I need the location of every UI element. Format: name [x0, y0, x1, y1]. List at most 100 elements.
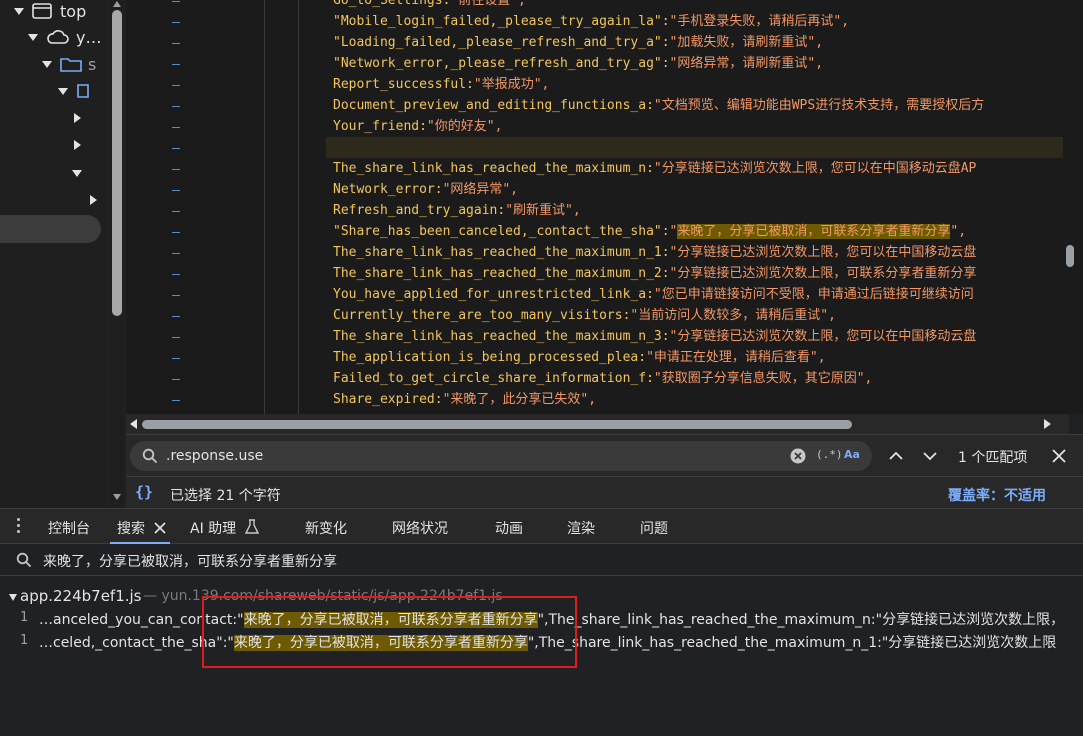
- expand-arrow-icon[interactable]: [28, 33, 38, 41]
- tab-search[interactable]: 搜索: [117, 518, 145, 538]
- tree-item-collapsed-3[interactable]: [90, 189, 97, 211]
- editor-horizontal-scrollbar[interactable]: [126, 414, 1069, 434]
- find-bar: (.*) Aa 1 个匹配项: [126, 434, 1083, 476]
- code-line[interactable]: The_share_link_has_reached_the_maximum_n…: [333, 242, 976, 263]
- code-line[interactable]: Currently_there_are_too_many_visitors:"当…: [333, 305, 836, 326]
- tree-item-expanded[interactable]: [72, 162, 82, 184]
- code-line[interactable]: Network_error:"网络异常",: [333, 179, 518, 200]
- tab-animations[interactable]: 动画: [495, 518, 523, 538]
- code-value: "文档预览、编辑功能由WPS进行技术支持，需要授权后方: [653, 98, 985, 113]
- code-line[interactable]: Your_friend:"你的好友",: [333, 116, 502, 137]
- close-icon[interactable]: [1051, 448, 1067, 464]
- expand-arrow-icon[interactable]: [58, 87, 68, 95]
- coverage-status[interactable]: 覆盖率：不适用: [948, 485, 1046, 505]
- code-line[interactable]: The_share_link_has_reached_the_maximum_n…: [333, 326, 976, 347]
- code-line[interactable]: Report_successful:"举报成功",: [333, 74, 549, 95]
- result-suffix: ",The_share_link_has_reached_the_maximum…: [527, 635, 1057, 651]
- code-value: "网络异常，请刷新重试",: [669, 56, 824, 71]
- tree-item-collapsed-2[interactable]: [74, 134, 81, 156]
- tree-selected-row[interactable]: [0, 215, 101, 243]
- gutter-line-marker: [172, 190, 180, 191]
- close-tab-icon[interactable]: [154, 522, 166, 534]
- more-options-icon[interactable]: [17, 518, 21, 534]
- expand-arrow-icon[interactable]: [74, 140, 81, 150]
- tree-item-collapsed-1[interactable]: [74, 107, 81, 129]
- code-line[interactable]: Share_expired:"来晚了，此分享已失效",: [333, 389, 596, 410]
- code-line[interactable]: The_share_link_has_reached_the_maximum_n…: [333, 158, 976, 179]
- code-value: "加载失败，请刷新重试",: [669, 35, 824, 50]
- expand-arrow-icon[interactable]: [90, 195, 97, 205]
- expand-arrow-icon[interactable]: [74, 113, 81, 123]
- code-editor[interactable]: Go_to_Settings:"前往设置", "Mobile_login_fail…: [126, 0, 1083, 414]
- expand-arrow-icon[interactable]: [72, 169, 82, 177]
- tree-item-domain[interactable]: y…: [28, 26, 101, 48]
- code-line[interactable]: "Loading_failed,_please_refresh_and_try_…: [333, 32, 823, 53]
- regex-toggle-button[interactable]: (.*): [816, 448, 843, 461]
- editor-vertical-scrollbar[interactable]: [1063, 0, 1077, 414]
- result-line-number: 1: [20, 633, 29, 648]
- scroll-left-icon[interactable]: [130, 419, 137, 429]
- tab-rendering[interactable]: 渲染: [567, 518, 595, 538]
- code-key: Network_error:: [333, 182, 443, 197]
- code-value: "来晚了，此分享已失效",: [442, 392, 597, 407]
- gutter-line-marker: [172, 127, 180, 128]
- tab-network-conditions[interactable]: 网络状况: [392, 518, 448, 538]
- tree-item-top[interactable]: top: [14, 0, 86, 22]
- editor-status-bar: {} 已选择 21 个字符 覆盖率：不适用: [126, 476, 1083, 508]
- editor-vscroll-thumb[interactable]: [1066, 245, 1074, 267]
- gutter-line-marker: [172, 274, 180, 275]
- code-line[interactable]: Refresh_and_try_again:"刷新重试",: [333, 200, 581, 221]
- gutter-line-marker: [172, 64, 180, 65]
- tree-scroll-thumb[interactable]: [112, 10, 122, 316]
- gutter-line-marker: [172, 400, 180, 401]
- tab-ai-assistant[interactable]: AI 助理: [190, 518, 236, 538]
- tree-scrollbar[interactable]: [110, 0, 124, 508]
- code-value: "你的好友",: [426, 119, 503, 134]
- tree-item-label: top: [60, 1, 87, 21]
- tab-issues[interactable]: 问题: [640, 518, 668, 538]
- code-line[interactable]: The_application_is_being_processed_plea:…: [333, 347, 826, 368]
- expand-arrow-icon[interactable]: [42, 60, 52, 68]
- code-line[interactable]: Failed_to_get_circle_share_information_f…: [333, 368, 872, 389]
- match-case-button[interactable]: Aa: [844, 448, 860, 461]
- collapse-arrow-icon[interactable]: [9, 594, 17, 601]
- expand-arrow-icon[interactable]: [14, 7, 24, 15]
- code-value: "分享链接已达浏览次数上限，您可以在中国移动云盘: [669, 329, 977, 344]
- scroll-down-icon[interactable]: [113, 494, 121, 500]
- tree-item-subfolder[interactable]: [58, 80, 90, 102]
- clear-icon[interactable]: [790, 448, 806, 464]
- tab-console[interactable]: 控制台: [48, 518, 90, 538]
- code-line[interactable]: The_share_link_has_reached_the_maximum_n…: [333, 263, 976, 284]
- code-line[interactable]: "Mobile_login_failed,_please_try_again_l…: [333, 11, 849, 32]
- find-input[interactable]: [166, 445, 766, 467]
- code-line[interactable]: "Network_error,_please_refresh_and_try_a…: [333, 53, 823, 74]
- code-line[interactable]: Go_to_Settings:"前往设置",: [333, 0, 526, 11]
- code-line[interactable]: You_have_applied_for_unrestricted_link_a…: [333, 284, 974, 305]
- tree-item-folder[interactable]: s: [42, 53, 96, 75]
- search-input[interactable]: 来晚了，分享已被取消，可联系分享者重新分享: [43, 551, 337, 571]
- scroll-right-icon[interactable]: [1044, 419, 1051, 429]
- previous-match-icon[interactable]: [888, 448, 904, 464]
- search-icon: [142, 448, 158, 464]
- file-tree: top y… s: [0, 0, 108, 508]
- pretty-print-icon[interactable]: {}: [135, 483, 153, 501]
- code-key: The_share_link_has_reached_the_maximum_n…: [333, 245, 670, 260]
- code-line[interactable]: Document_preview_and_editing_functions_a…: [333, 95, 984, 116]
- find-input-box[interactable]: (.*) Aa: [130, 441, 872, 471]
- scroll-up-icon[interactable]: [113, 1, 121, 7]
- code-line[interactable]: "Share_has_been_canceled,_contact_the_sh…: [333, 221, 966, 242]
- next-match-icon[interactable]: [922, 448, 938, 464]
- editor-hscroll-thumb[interactable]: [142, 420, 852, 429]
- code-key: Failed_to_get_circle_share_information_f…: [333, 371, 654, 386]
- gutter-line-marker: [172, 379, 180, 380]
- code-key: The_share_link_has_reached_the_maximum_n…: [333, 161, 654, 176]
- code-value: "申请正在处理，请稍后查看",: [646, 350, 826, 365]
- current-line-highlight: [326, 137, 1066, 158]
- tree-item-label: s: [88, 54, 97, 74]
- code-value: "网络异常",: [442, 182, 519, 197]
- window-icon: [32, 3, 52, 19]
- tab-whats-new[interactable]: 新变化: [305, 518, 347, 538]
- code-value: "举报成功",: [473, 77, 550, 92]
- code-value: "您已申请链接访问不受限，申请通过后链接可继续访问: [653, 287, 974, 302]
- search-query-row[interactable]: 来晚了，分享已被取消，可联系分享者重新分享: [0, 544, 1083, 576]
